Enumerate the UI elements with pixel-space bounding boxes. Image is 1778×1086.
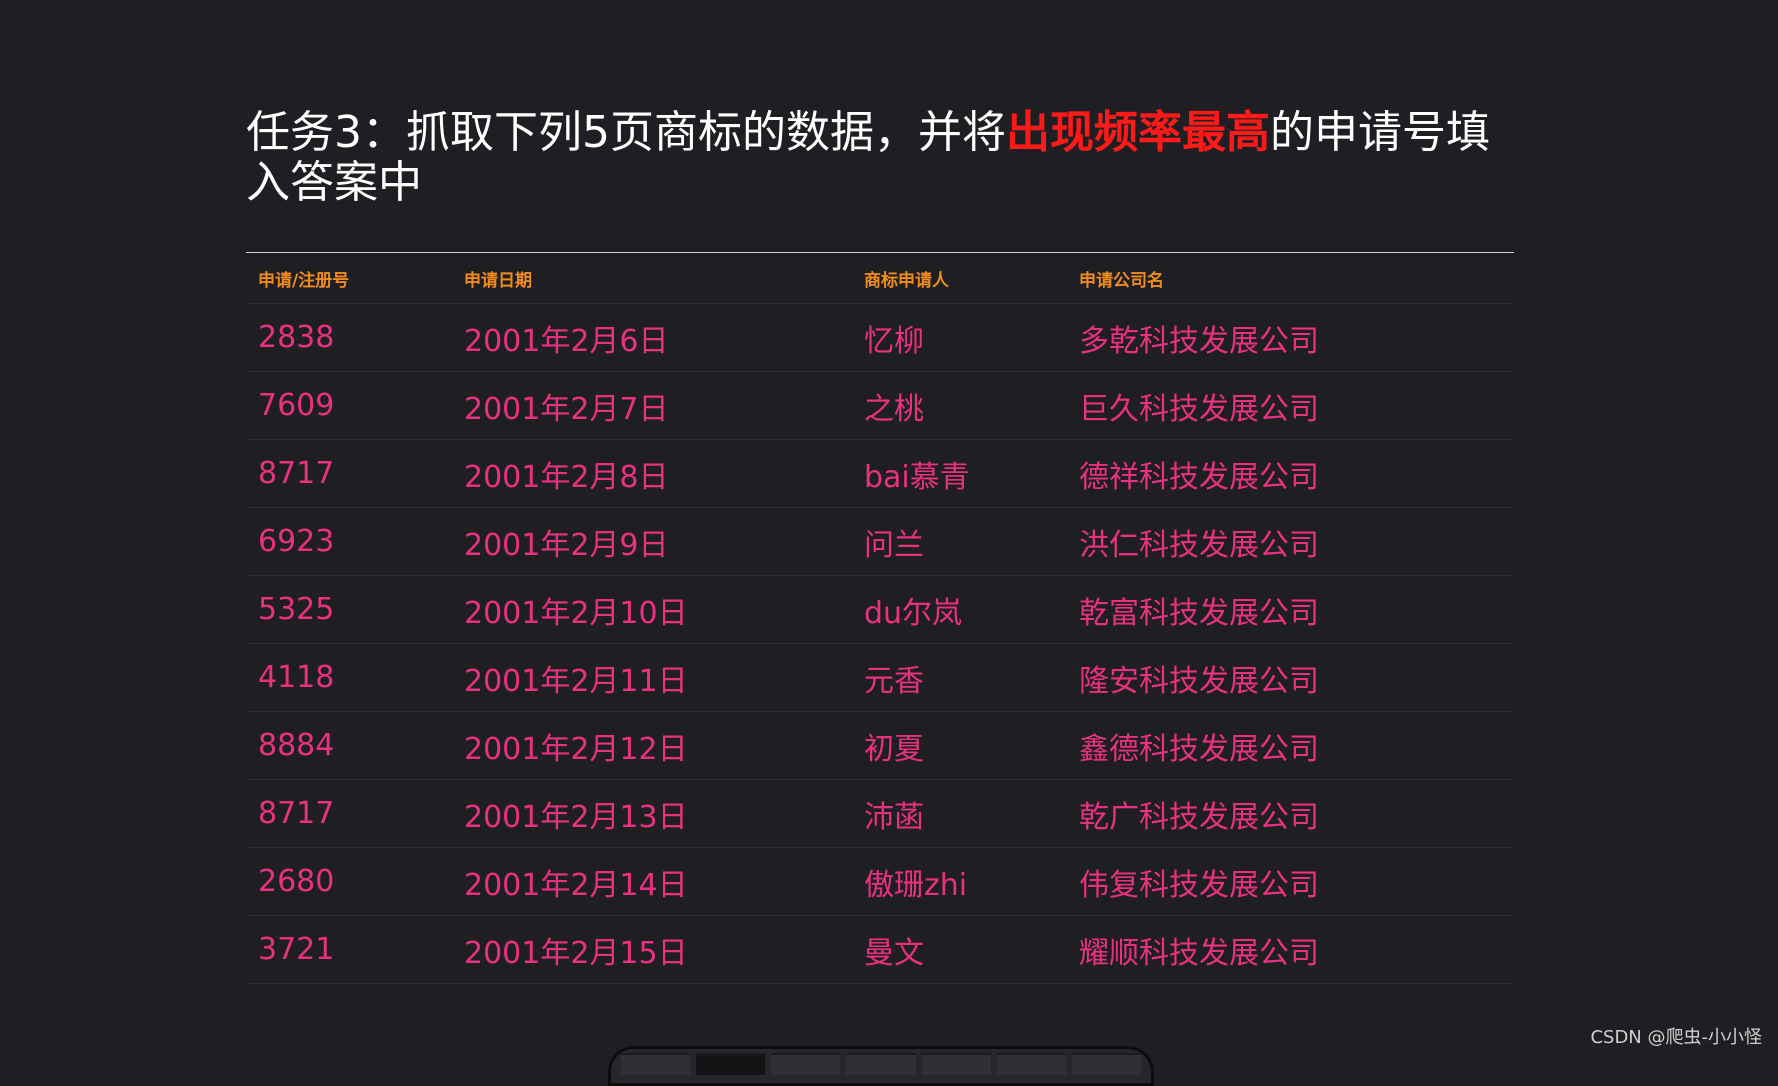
cell-applicant: 傲珊zhi bbox=[852, 847, 1067, 916]
cell-company-name: 乾富科技发展公司 bbox=[1067, 575, 1514, 644]
cell-applicant: 问兰 bbox=[852, 507, 1067, 576]
cell-application-date: 2001年2月9日 bbox=[452, 507, 852, 576]
table-row: 3721 2001年2月15日 曼文 耀顺科技发展公司 bbox=[246, 915, 1514, 984]
cell-registration-number: 8717 bbox=[246, 439, 452, 508]
cell-applicant: 元香 bbox=[852, 643, 1067, 712]
cell-registration-number: 7609 bbox=[246, 371, 452, 440]
trademark-table-container: 申请/注册号 申请日期 商标申请人 申请公司名 2838 2001年2月6日 忆… bbox=[246, 252, 1514, 984]
cell-registration-number: 8717 bbox=[246, 779, 452, 848]
main-content: 任务3：抓取下列5页商标的数据，并将出现频率最高的申请号填入答案中 申请/注册号… bbox=[246, 108, 1514, 984]
cell-company-name: 伟复科技发展公司 bbox=[1067, 847, 1514, 916]
cell-application-date: 2001年2月15日 bbox=[452, 915, 852, 984]
table-header: 申请/注册号 申请日期 商标申请人 申请公司名 bbox=[246, 253, 1514, 304]
cell-application-date: 2001年2月10日 bbox=[452, 575, 852, 644]
task-title-highlight: 出现频率最高 bbox=[1006, 107, 1270, 158]
cell-company-name: 德祥科技发展公司 bbox=[1067, 439, 1514, 508]
task-title: 任务3：抓取下列5页商标的数据，并将出现频率最高的申请号填入答案中 bbox=[246, 108, 1514, 208]
cell-applicant: du尔岚 bbox=[852, 575, 1067, 644]
page-button[interactable] bbox=[1071, 1053, 1141, 1075]
table-row: 8717 2001年2月13日 沛菡 乾广科技发展公司 bbox=[246, 779, 1514, 848]
table-row: 8717 2001年2月8日 bai慕青 德祥科技发展公司 bbox=[246, 439, 1514, 508]
cell-application-date: 2001年2月11日 bbox=[452, 643, 852, 712]
cell-registration-number: 2838 bbox=[246, 303, 452, 372]
pagination-bar[interactable] bbox=[608, 1046, 1154, 1086]
table-header-row: 申请/注册号 申请日期 商标申请人 申请公司名 bbox=[246, 253, 1514, 304]
header-applicant: 商标申请人 bbox=[852, 253, 1067, 304]
cell-application-date: 2001年2月8日 bbox=[452, 439, 852, 508]
cell-applicant: bai慕青 bbox=[852, 439, 1067, 508]
cell-registration-number: 6923 bbox=[246, 507, 452, 576]
header-application-date: 申请日期 bbox=[452, 253, 852, 304]
page-button[interactable] bbox=[921, 1053, 991, 1075]
page-button[interactable] bbox=[846, 1053, 916, 1075]
cell-company-name: 隆安科技发展公司 bbox=[1067, 643, 1514, 712]
table-row: 2838 2001年2月6日 忆柳 多乾科技发展公司 bbox=[246, 303, 1514, 372]
watermark: CSDN @爬虫-小小怪 bbox=[1590, 1027, 1762, 1048]
cell-registration-number: 8884 bbox=[246, 711, 452, 780]
cell-applicant: 初夏 bbox=[852, 711, 1067, 780]
cell-company-name: 鑫德科技发展公司 bbox=[1067, 711, 1514, 780]
table-row: 7609 2001年2月7日 之桃 巨久科技发展公司 bbox=[246, 371, 1514, 440]
cell-application-date: 2001年2月6日 bbox=[452, 303, 852, 372]
table-row: 6923 2001年2月9日 问兰 洪仁科技发展公司 bbox=[246, 507, 1514, 576]
table-row: 5325 2001年2月10日 du尔岚 乾富科技发展公司 bbox=[246, 575, 1514, 644]
cell-applicant: 之桃 bbox=[852, 371, 1067, 440]
header-registration-number: 申请/注册号 bbox=[246, 253, 452, 304]
cell-registration-number: 5325 bbox=[246, 575, 452, 644]
cell-company-name: 乾广科技发展公司 bbox=[1067, 779, 1514, 848]
cell-applicant: 曼文 bbox=[852, 915, 1067, 984]
trademark-table: 申请/注册号 申请日期 商标申请人 申请公司名 2838 2001年2月6日 忆… bbox=[246, 253, 1514, 984]
cell-applicant: 忆柳 bbox=[852, 303, 1067, 372]
page-button[interactable] bbox=[621, 1053, 691, 1075]
table-body: 2838 2001年2月6日 忆柳 多乾科技发展公司 7609 2001年2月7… bbox=[246, 303, 1514, 984]
cell-application-date: 2001年2月7日 bbox=[452, 371, 852, 440]
page-button[interactable] bbox=[771, 1053, 841, 1075]
page-button[interactable] bbox=[996, 1053, 1066, 1075]
cell-applicant: 沛菡 bbox=[852, 779, 1067, 848]
cell-registration-number: 3721 bbox=[246, 915, 452, 984]
task-title-prefix: 任务3：抓取下列5页商标的数据，并将 bbox=[246, 107, 1006, 158]
header-company-name: 申请公司名 bbox=[1067, 253, 1514, 304]
cell-application-date: 2001年2月13日 bbox=[452, 779, 852, 848]
cell-application-date: 2001年2月12日 bbox=[452, 711, 852, 780]
table-row: 4118 2001年2月11日 元香 隆安科技发展公司 bbox=[246, 643, 1514, 712]
cell-company-name: 巨久科技发展公司 bbox=[1067, 371, 1514, 440]
cell-company-name: 洪仁科技发展公司 bbox=[1067, 507, 1514, 576]
cell-registration-number: 2680 bbox=[246, 847, 452, 916]
cell-company-name: 耀顺科技发展公司 bbox=[1067, 915, 1514, 984]
table-row: 2680 2001年2月14日 傲珊zhi 伟复科技发展公司 bbox=[246, 847, 1514, 916]
cell-application-date: 2001年2月14日 bbox=[452, 847, 852, 916]
table-row: 8884 2001年2月12日 初夏 鑫德科技发展公司 bbox=[246, 711, 1514, 780]
page-button-active[interactable] bbox=[696, 1053, 766, 1075]
cell-registration-number: 4118 bbox=[246, 643, 452, 712]
cell-company-name: 多乾科技发展公司 bbox=[1067, 303, 1514, 372]
